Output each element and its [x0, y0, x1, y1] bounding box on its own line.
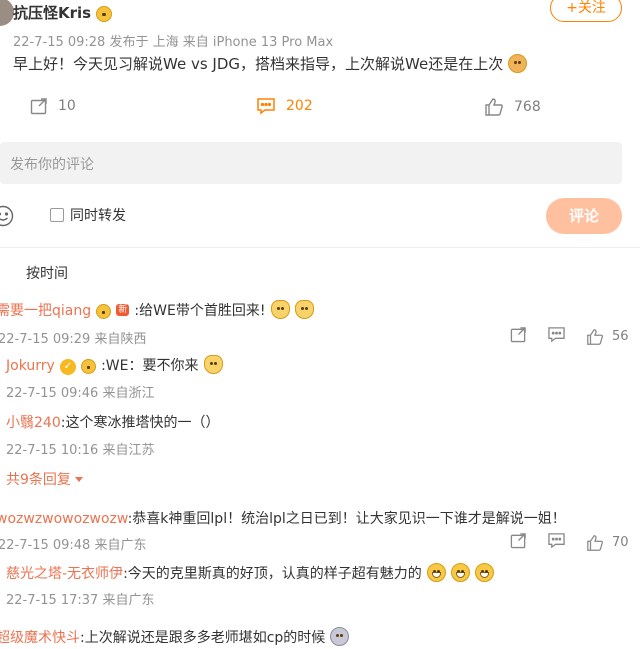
comment-meta: 22-7-15 09:29 来自陕西	[0, 332, 147, 347]
repost-button[interactable]: 10	[30, 97, 76, 115]
repost-checkbox[interactable]: 同时转发	[50, 205, 126, 225]
caret-down-icon	[75, 477, 84, 482]
member-emoji-icon	[80, 359, 96, 374]
reply-meta: 22-7-15 17:37 来自广东	[6, 593, 155, 608]
repost-count: 10	[58, 98, 76, 114]
comment-item: 需要一把qiang 新 :给WE带个首胜回来!	[0, 300, 640, 320]
member-emoji-icon	[96, 304, 112, 319]
reply-item: 慈光之塔-无衣师伊:今天的克里斯真的好顶，认真的样子超有魅力的	[6, 563, 495, 583]
verified-badge-icon: ✓	[59, 359, 76, 375]
comment-meta: 22-7-15 09:48 来自广东	[0, 538, 147, 553]
comment-like-count: 70	[612, 535, 629, 550]
comment-item: wozwzwowozwozw:恭喜k神重回lpl！统治lpl之日已到！让大家见识…	[0, 508, 566, 528]
author-avatar[interactable]	[0, 0, 14, 26]
commenter-name[interactable]: wozwzwowozwozw	[0, 511, 128, 527]
comment-item: 超级魔术快斗:上次解说还是跟多多老师堪如cp的时候	[0, 627, 350, 647]
submit-comment-label: 评论	[568, 207, 599, 225]
follow-button[interactable]: +关注	[550, 0, 622, 22]
grin-emoji-icon	[450, 563, 470, 582]
like-button[interactable]: 768	[484, 97, 541, 117]
comment-like-button[interactable]: 56	[586, 328, 629, 346]
reply-icon[interactable]	[547, 532, 566, 553]
smiley-icon	[0, 205, 14, 227]
reply-text: :这个寒冰推塔快的一（）	[60, 415, 220, 431]
checkbox-box[interactable]	[50, 208, 64, 222]
comment-like-count: 56	[612, 329, 629, 344]
repost-icon	[30, 97, 48, 115]
reply-icon[interactable]	[547, 326, 566, 347]
repost-checkbox-label: 同时转发	[70, 208, 126, 224]
comment-button[interactable]: 202	[256, 97, 313, 115]
new-badge: 新	[116, 304, 130, 316]
author-name[interactable]: 抗压怪Kris	[13, 4, 91, 22]
reply-meta: 22-7-15 09:46 来自浙江	[6, 386, 155, 401]
commenter-name[interactable]: 需要一把qiang	[0, 303, 91, 319]
grin-emoji-icon	[475, 563, 495, 582]
reply-item: 小翳240:这个寒冰推塔快的一（）	[6, 412, 219, 432]
more-replies-link[interactable]: 共9条回复	[6, 469, 84, 489]
reply-author[interactable]: 慈光之塔-无衣师伊	[6, 566, 123, 582]
comment-text: :给WE带个首胜回来!	[134, 303, 266, 319]
divider	[0, 247, 640, 248]
reply-author[interactable]: 小翳240	[6, 415, 61, 431]
grin-emoji-icon	[426, 563, 446, 582]
like-count: 768	[514, 99, 541, 115]
more-replies-label: 共9条回复	[6, 472, 71, 488]
reply-author[interactable]: Jokurry	[6, 358, 55, 374]
comment-input[interactable]: 发布你的评论	[0, 142, 622, 184]
cat-emoji-icon	[294, 300, 314, 319]
follow-label: +关注	[566, 0, 606, 16]
dizzy-emoji-icon	[507, 54, 527, 73]
comment-text: :上次解说还是跟多多老师堪如cp的时候	[80, 630, 326, 646]
emoji-picker-button[interactable]	[0, 205, 14, 231]
comment-count: 202	[286, 98, 313, 114]
post-meta: 22-7-15 09:28 发布于 上海 来自 iPhone 13 Pro Ma…	[13, 35, 334, 50]
reply-text: :今天的克里斯真的好顶，认真的样子超有魅力的	[123, 566, 422, 582]
commenter-name[interactable]: 超级魔术快斗	[0, 630, 80, 646]
comment-text: :恭喜k神重回lpl！统治lpl之日已到！让大家见识一下谁才是解说一姐！	[127, 511, 566, 527]
comment-input-placeholder: 发布你的评论	[10, 157, 94, 173]
post-text: 早上好！今天见习解说We vs JDG，搭档来指导，上次解说We还是在上次	[13, 55, 504, 73]
sort-by-time-tab[interactable]: 按时间	[26, 263, 68, 283]
thumbs-up-icon	[587, 534, 604, 551]
share-icon[interactable]	[510, 326, 527, 347]
thumbs-up-icon	[484, 97, 504, 117]
submit-comment-button[interactable]: 评论	[546, 198, 622, 234]
reply-item: Jokurry ✓ :WE：要不你来	[6, 355, 223, 375]
thumbs-up-icon	[587, 328, 604, 345]
comment-icon	[256, 97, 276, 115]
share-icon[interactable]	[510, 532, 527, 553]
comment-like-button[interactable]: 70	[586, 534, 629, 552]
mask-emoji-icon	[330, 627, 350, 646]
cat-emoji-icon	[203, 355, 223, 374]
reply-text: :WE：要不你来	[101, 358, 199, 374]
cat-emoji-icon	[270, 300, 290, 319]
author-emoji-icon	[96, 6, 113, 22]
reply-meta: 22-7-15 10:16 来自江苏	[6, 443, 155, 458]
